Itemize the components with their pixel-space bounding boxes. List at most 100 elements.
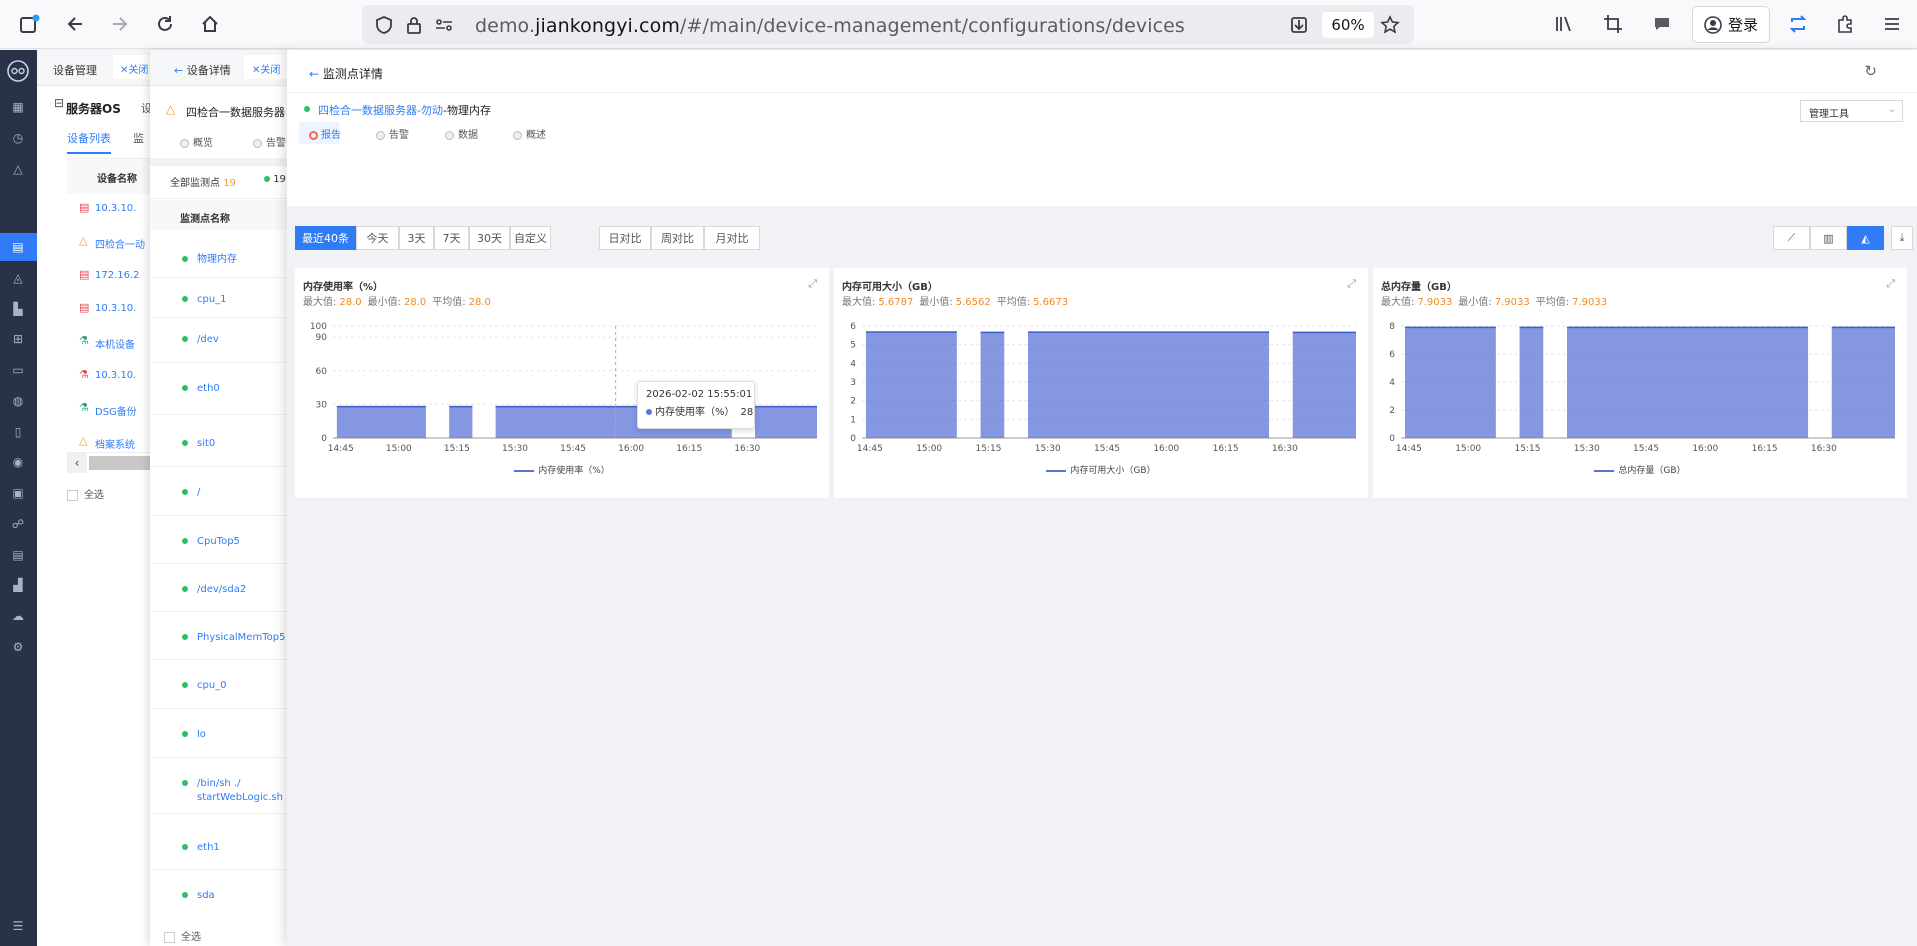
- compare-button[interactable]: 周对比: [651, 226, 704, 250]
- extensions-puzzle-icon[interactable]: [1833, 12, 1857, 36]
- sidebar-toggle-icon[interactable]: ⊟: [54, 96, 64, 110]
- line-chart-icon[interactable]: ⟋: [1773, 226, 1810, 250]
- statistics-icon[interactable]: ▟: [9, 576, 27, 594]
- dashboard-icon[interactable]: ▦: [9, 98, 27, 116]
- all-points-filter[interactable]: 全部监测点 19: [170, 174, 236, 189]
- point-link[interactable]: /: [197, 486, 282, 500]
- device-name[interactable]: 10.3.10.: [95, 203, 136, 214]
- device-name[interactable]: 172.16.2: [95, 270, 140, 281]
- tab-close-button[interactable]: ✕关闭: [244, 55, 290, 79]
- bell-icon[interactable]: △: [9, 160, 27, 178]
- tab-overview[interactable]: 概述: [513, 126, 546, 141]
- alarm-icon[interactable]: ◬: [9, 269, 27, 287]
- topology-icon[interactable]: ⊞: [9, 330, 27, 348]
- sync-extension-icon[interactable]: [1786, 12, 1810, 36]
- ok-points-filter[interactable]: 19: [264, 174, 286, 185]
- point-link[interactable]: CpuTop5: [197, 535, 282, 549]
- globe-icon[interactable]: ◍: [9, 392, 27, 410]
- device-row[interactable]: △ 四检合一动: [67, 228, 157, 254]
- range-button[interactable]: 今天: [356, 226, 399, 250]
- back-icon[interactable]: [63, 12, 87, 36]
- tab-monitor[interactable]: 监: [133, 130, 144, 146]
- url-text[interactable]: demo.jiankongyi.com/#/main/device-manage…: [475, 15, 1185, 37]
- device-detail-back[interactable]: ← 设备详情: [174, 62, 231, 78]
- horizontal-scrollbar[interactable]: ‹: [67, 452, 157, 473]
- chart-legend[interactable]: 内存使用率（%）: [295, 463, 829, 476]
- tab-alarm[interactable]: 告警: [376, 126, 409, 141]
- range-button[interactable]: 7天: [434, 226, 469, 250]
- point-link[interactable]: /dev: [197, 333, 282, 347]
- range-button[interactable]: 30天: [469, 226, 510, 250]
- device-row[interactable]: ▤ 172.16.2: [67, 262, 157, 288]
- device-row[interactable]: ⚗ 本机设备: [67, 328, 157, 354]
- tab-data[interactable]: 数据: [445, 126, 478, 141]
- point-link[interactable]: PhysicalMemTop5: [197, 631, 285, 645]
- document-icon[interactable]: ▭: [9, 361, 27, 379]
- point-link[interactable]: eth1: [197, 841, 282, 855]
- chat-icon[interactable]: [1650, 12, 1674, 36]
- people-icon[interactable]: ☍: [9, 515, 27, 533]
- point-link[interactable]: sit0: [197, 437, 282, 451]
- select-all-row[interactable]: 全选: [67, 486, 104, 501]
- point-link[interactable]: eth0: [197, 382, 282, 396]
- tool-select[interactable]: 管理工具 ⌄: [1800, 100, 1903, 122]
- device-link[interactable]: 四检合一数据服务器-勿动: [318, 104, 443, 117]
- reload-icon[interactable]: [153, 12, 177, 36]
- point-link[interactable]: 物理内存: [197, 253, 282, 267]
- device-row[interactable]: ▤ 10.3.10.: [67, 295, 157, 321]
- tab-overview-icon[interactable]: [17, 12, 41, 36]
- point-link[interactable]: lo: [197, 728, 282, 742]
- forward-icon[interactable]: [108, 12, 132, 36]
- zoom-level[interactable]: 60%: [1322, 12, 1374, 38]
- permissions-icon[interactable]: [432, 13, 456, 37]
- scroll-thumb[interactable]: [89, 456, 157, 470]
- library-icon[interactable]: [1553, 12, 1577, 36]
- address-bar[interactable]: demo.jiankongyi.com/#/main/device-manage…: [362, 5, 1414, 44]
- report-bar-icon[interactable]: ▙: [9, 300, 27, 318]
- menu-hamburger-icon[interactable]: [1880, 12, 1904, 36]
- point-link[interactable]: /bin/sh ./ startWebLogic.sh: [197, 777, 283, 805]
- tab-device-management[interactable]: 设备管理: [53, 62, 97, 78]
- monitor-detail-back[interactable]: ← 监测点详情: [309, 65, 383, 82]
- lock-icon[interactable]: [402, 13, 426, 37]
- bar-chart-icon[interactable]: ▥: [1810, 226, 1847, 250]
- device-name[interactable]: 10.3.10.: [95, 303, 136, 314]
- collapse-menu-icon[interactable]: ☰: [9, 917, 27, 935]
- chart-legend[interactable]: 总内存量（GB）: [1373, 463, 1907, 476]
- device-name[interactable]: 10.3.10.: [95, 370, 136, 381]
- coin-icon[interactable]: ◉: [9, 453, 27, 471]
- range-button[interactable]: 最近40条: [295, 226, 356, 250]
- cloud-icon[interactable]: ☁: [9, 607, 27, 625]
- tab-overview[interactable]: 概览: [180, 134, 213, 149]
- save-page-icon[interactable]: [1287, 13, 1311, 37]
- app-logo-icon[interactable]: [7, 60, 29, 82]
- bookmark-star-icon[interactable]: [1378, 13, 1402, 37]
- point-link[interactable]: sda: [197, 889, 282, 903]
- point-link[interactable]: cpu_0: [197, 679, 282, 693]
- range-button[interactable]: 3天: [399, 226, 434, 250]
- tab-report[interactable]: 报告: [309, 126, 341, 141]
- device-name[interactable]: 本机设备: [95, 336, 135, 351]
- file-text-icon[interactable]: ▤: [9, 546, 27, 564]
- screenshot-crop-icon[interactable]: [1601, 12, 1625, 36]
- home-icon[interactable]: [198, 12, 222, 36]
- clock-icon[interactable]: ◷: [9, 129, 27, 147]
- select-all-row[interactable]: 全选: [164, 928, 201, 943]
- device-row[interactable]: ⚗ DSG备份: [67, 395, 157, 421]
- clipboard-icon[interactable]: ▯: [9, 423, 27, 441]
- device-name[interactable]: DSG备份: [95, 403, 137, 418]
- point-link[interactable]: /dev/sda2: [197, 583, 282, 597]
- tab-alarm[interactable]: 告警: [253, 134, 286, 149]
- chart-legend[interactable]: 内存可用大小（GB）: [834, 463, 1368, 476]
- device-row[interactable]: ▤ 10.3.10.: [67, 195, 157, 221]
- compare-button[interactable]: 月对比: [704, 226, 760, 250]
- point-link[interactable]: cpu_1: [197, 293, 282, 307]
- shield-icon[interactable]: [372, 13, 396, 37]
- settings-gear-icon[interactable]: ⚙: [9, 638, 27, 656]
- select-all-checkbox[interactable]: [164, 931, 175, 943]
- area-chart-icon[interactable]: ◭: [1847, 226, 1884, 250]
- monitor-icon[interactable]: ▣: [9, 484, 27, 502]
- device-name[interactable]: 四检合一动: [95, 236, 145, 251]
- device-row[interactable]: △ 档案系统: [67, 428, 157, 454]
- compare-button[interactable]: 日对比: [599, 226, 651, 250]
